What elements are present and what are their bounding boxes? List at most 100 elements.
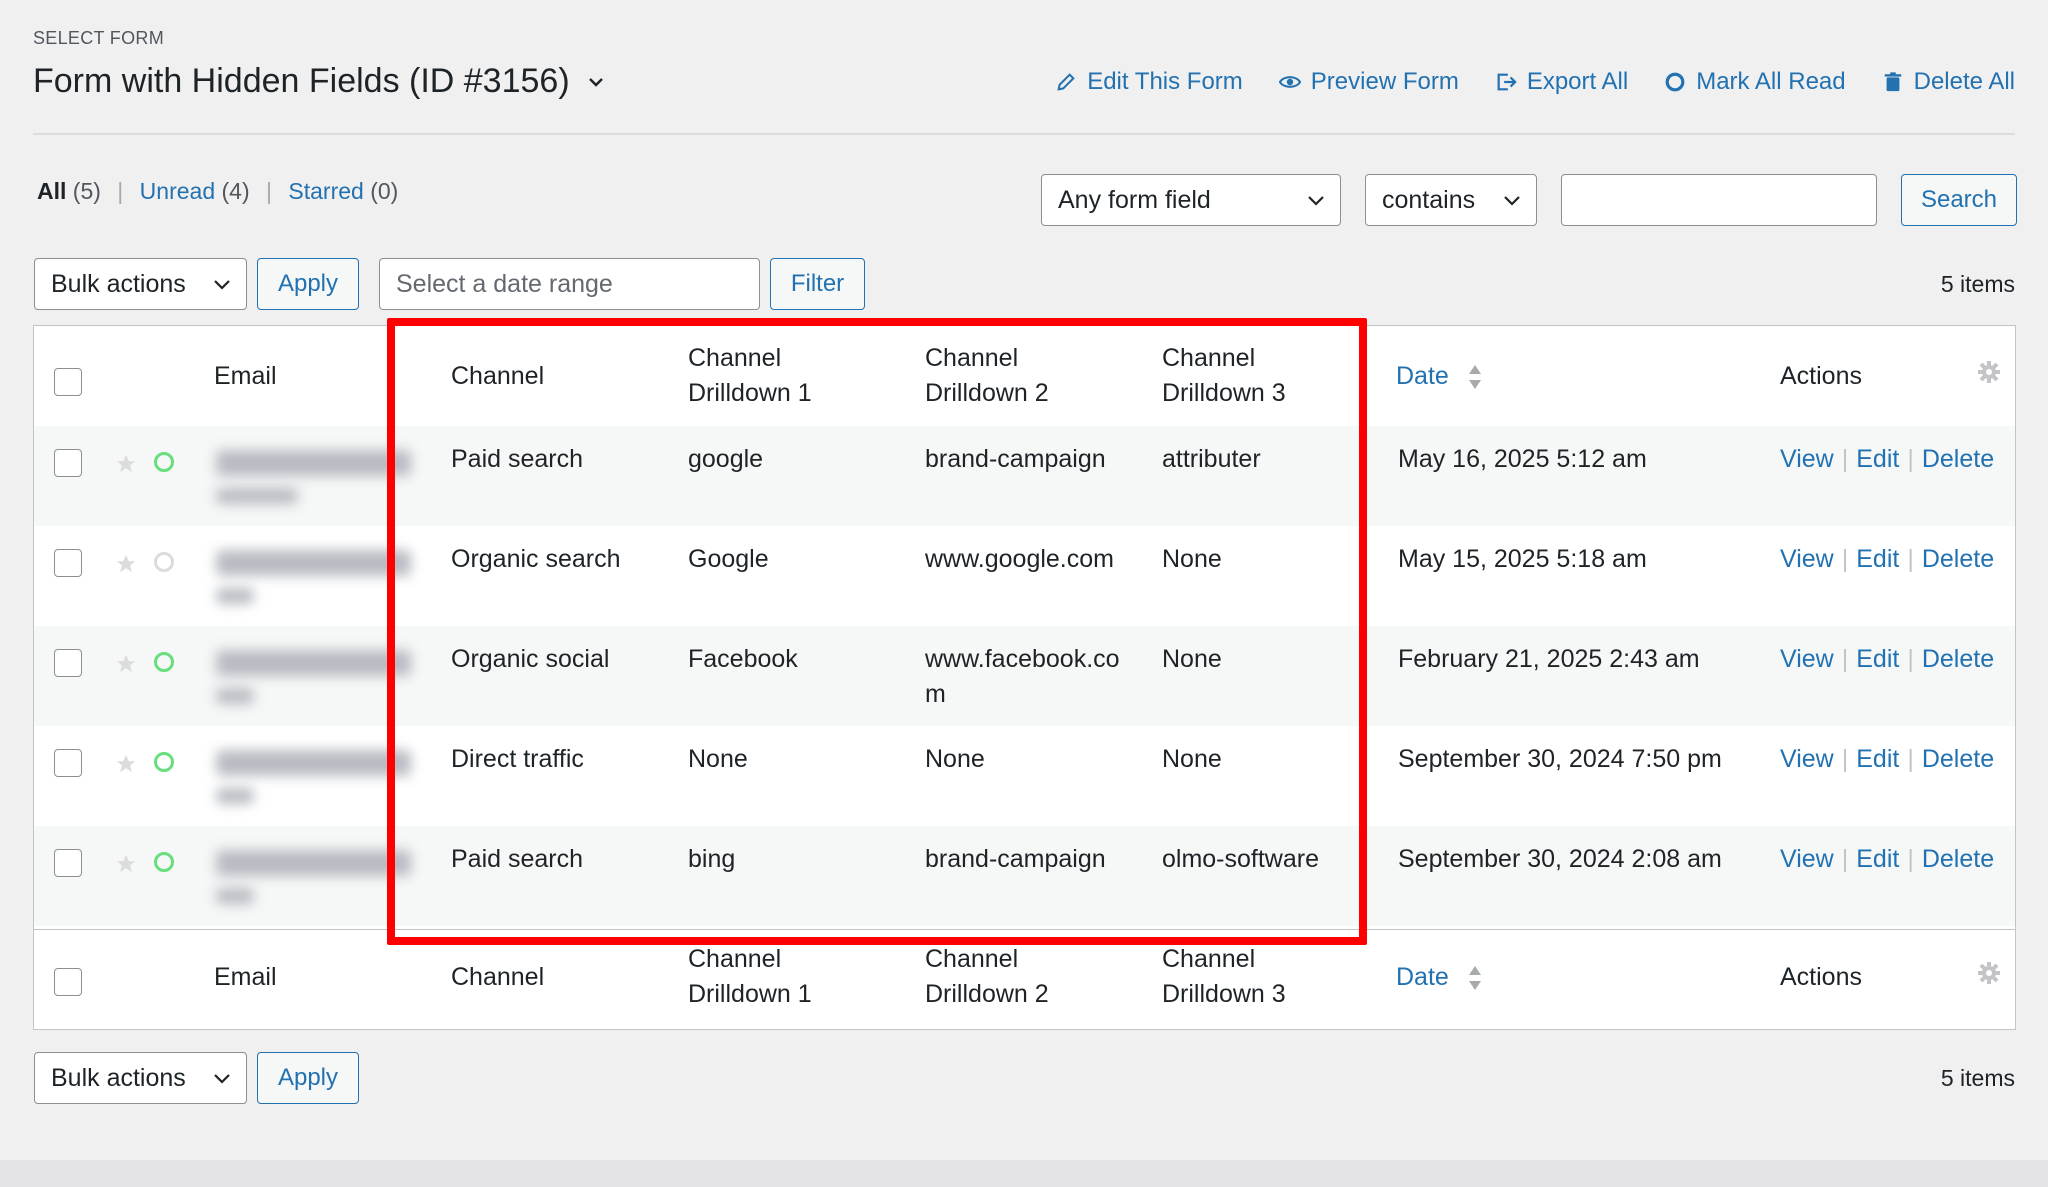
col-email[interactable]: Email: [214, 359, 277, 394]
unread-status-dot[interactable]: [154, 452, 174, 472]
col-date[interactable]: Date: [1396, 960, 1482, 995]
col-actions: Actions: [1780, 963, 1862, 991]
pencil-icon: [1057, 73, 1075, 91]
row-checkbox[interactable]: [54, 549, 82, 577]
email-blurred: [216, 688, 254, 704]
delete-all-link[interactable]: Delete All: [1882, 68, 2015, 96]
row-checkbox[interactable]: [54, 649, 82, 677]
star-icon[interactable]: [115, 653, 137, 675]
gear-icon[interactable]: [1977, 961, 2001, 985]
bulk-actions-select[interactable]: Bulk actions: [34, 258, 247, 310]
edit-link[interactable]: Edit: [1856, 545, 1899, 573]
date-cell: May 15, 2025 5:18 am: [1398, 545, 1647, 573]
row-checkbox[interactable]: [54, 849, 82, 877]
delete-link[interactable]: Delete: [1922, 845, 1994, 873]
operator-select[interactable]: contains: [1365, 174, 1537, 226]
col-actions: Actions: [1780, 362, 1862, 390]
sort-icon: [1468, 966, 1481, 991]
mark-all-read-link[interactable]: Mark All Read: [1664, 68, 1846, 96]
star-icon[interactable]: [115, 853, 137, 875]
edit-link[interactable]: Edit: [1856, 845, 1899, 873]
unread-status-dot[interactable]: [154, 752, 174, 772]
col-date[interactable]: Date: [1396, 359, 1482, 394]
edit-link[interactable]: Edit: [1856, 745, 1899, 773]
star-icon[interactable]: [115, 753, 137, 775]
view-link[interactable]: View: [1780, 845, 1834, 873]
export-all-link[interactable]: Export All: [1495, 68, 1628, 96]
field-select[interactable]: Any form field: [1041, 174, 1341, 226]
view-link[interactable]: View: [1780, 645, 1834, 673]
email-blurred: [216, 788, 254, 804]
chevron-down-icon: [214, 280, 230, 290]
delete-link[interactable]: Delete: [1922, 445, 1994, 473]
email-blurred: [216, 550, 411, 576]
highlight-box: [387, 318, 1367, 945]
email-blurred: [216, 750, 411, 776]
email-blurred: [216, 588, 254, 604]
export-icon: [1497, 73, 1517, 91]
form-title: Form with Hidden Fields (ID #3156): [33, 62, 570, 100]
delete-link[interactable]: Delete: [1922, 745, 1994, 773]
row-actions: View | Edit | Delete: [1780, 545, 1995, 573]
row-actions: View | Edit | Delete: [1780, 745, 1995, 773]
delete-link[interactable]: Delete: [1922, 645, 1994, 673]
col-channel: Channel: [451, 963, 545, 991]
view-link[interactable]: View: [1780, 545, 1834, 573]
row-actions: View | Edit | Delete: [1780, 645, 1995, 673]
select-all-checkbox[interactable]: [54, 368, 82, 396]
chevron-down-icon: [214, 1074, 230, 1084]
bulk-actions-select-bottom[interactable]: Bulk actions: [34, 1052, 247, 1104]
items-count: 5 items: [1940, 271, 2015, 297]
sort-icon: [1468, 365, 1481, 390]
apply-button[interactable]: Apply: [257, 258, 359, 310]
col-drilldown-1: Channel Drilldown 1: [688, 945, 812, 1008]
edit-link[interactable]: Edit: [1856, 445, 1899, 473]
row-checkbox[interactable]: [54, 449, 82, 477]
chevron-down-icon: [588, 77, 603, 87]
email-blurred: [216, 888, 254, 904]
unread-status-dot[interactable]: [154, 652, 174, 672]
date-cell: May 16, 2025 5:12 am: [1398, 445, 1647, 473]
date-range-input[interactable]: Select a date range: [379, 258, 760, 310]
col-drilldown-2: Channel Drilldown 2: [925, 945, 1049, 1008]
select-all-checkbox[interactable]: [54, 968, 82, 996]
search-button[interactable]: Search: [1901, 174, 2017, 226]
email-blurred: [216, 450, 411, 476]
email-blurred: [216, 850, 411, 876]
view-all[interactable]: All: [37, 178, 66, 204]
col-drilldown-3: Channel Drilldown 3: [1162, 945, 1286, 1008]
delete-link[interactable]: Delete: [1922, 545, 1994, 573]
date-cell: September 30, 2024 2:08 am: [1398, 845, 1722, 873]
eye-icon: [1278, 76, 1301, 88]
row-actions: View | Edit | Delete: [1780, 845, 1995, 873]
unread-status-dot[interactable]: [154, 852, 174, 872]
view-starred[interactable]: Starred: [288, 178, 363, 204]
search-input[interactable]: [1561, 174, 1877, 226]
row-actions: View | Edit | Delete: [1780, 445, 1995, 473]
chevron-down-icon: [1504, 196, 1520, 206]
page-bottom: [0, 1160, 2048, 1187]
star-icon[interactable]: [115, 453, 137, 475]
col-email[interactable]: Email: [214, 960, 277, 995]
edit-form-link[interactable]: Edit This Form: [1055, 68, 1243, 96]
gear-icon[interactable]: [1977, 360, 2001, 384]
view-unread[interactable]: Unread: [140, 178, 215, 204]
view-link[interactable]: View: [1780, 745, 1834, 773]
star-icon[interactable]: [115, 553, 137, 575]
select-form-label: SELECT FORM: [33, 28, 164, 48]
header-divider: [33, 133, 2015, 135]
edit-link[interactable]: Edit: [1856, 645, 1899, 673]
preview-form-link[interactable]: Preview Form: [1278, 68, 1459, 96]
date-cell: February 21, 2025 2:43 am: [1398, 645, 1700, 673]
unread-status-dot[interactable]: [154, 552, 174, 572]
date-cell: September 30, 2024 7:50 pm: [1398, 745, 1722, 773]
view-filters: All (5) | Unread (4) | Starred (0): [37, 178, 399, 204]
apply-button-bottom[interactable]: Apply: [257, 1052, 359, 1104]
email-blurred: [216, 488, 298, 504]
form-actions: Edit This Form Preview Form Export All M…: [1055, 68, 2015, 96]
form-selector[interactable]: Form with Hidden Fields (ID #3156): [33, 62, 604, 101]
filter-button[interactable]: Filter: [770, 258, 865, 310]
email-blurred: [216, 650, 411, 676]
view-link[interactable]: View: [1780, 445, 1834, 473]
row-checkbox[interactable]: [54, 749, 82, 777]
